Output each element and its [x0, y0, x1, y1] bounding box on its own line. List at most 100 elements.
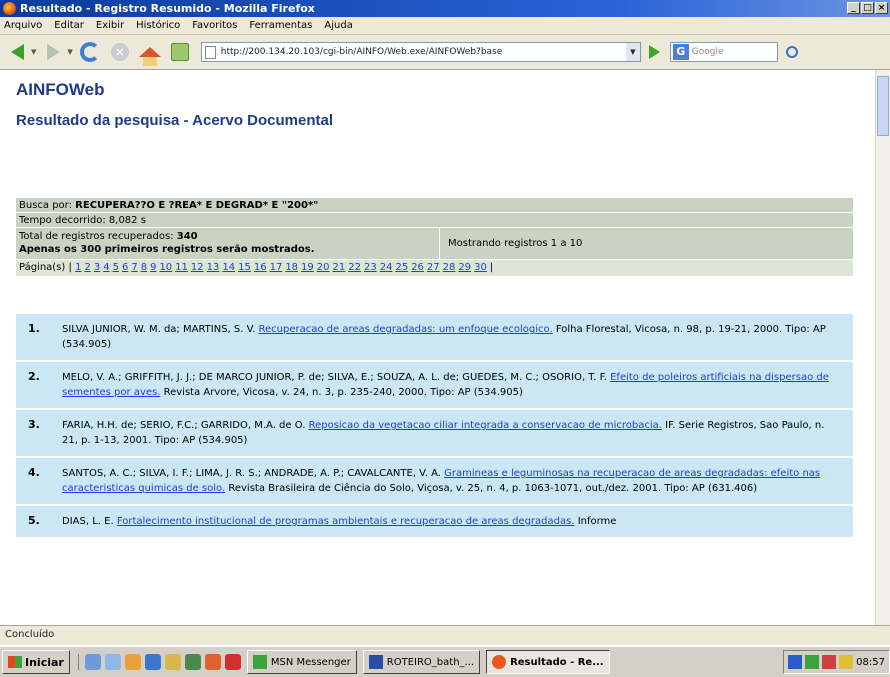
page-link-24[interactable]: 24 — [380, 262, 393, 273]
page-link-16[interactable]: 16 — [254, 262, 267, 273]
home-button[interactable] — [137, 39, 163, 66]
busca-query: RECUPERA??O E ?REA* E DEGRAD* E "200*" — [75, 200, 319, 211]
page-link-27[interactable]: 27 — [427, 262, 440, 273]
page-link-2[interactable]: 2 — [84, 262, 90, 273]
result-authors: SILVA JUNIOR, W. M. da; MARTINS, S. V. — [62, 324, 256, 335]
back-dropdown-icon[interactable]: ▼ — [31, 48, 36, 56]
task-firefox[interactable]: Resultado - Re... — [486, 650, 610, 674]
menu-item-favoritos[interactable]: Favoritos — [192, 20, 237, 31]
menu-item-ajuda[interactable]: Ajuda — [324, 20, 352, 31]
scrollbar-thumb[interactable] — [877, 76, 889, 136]
menu-item-ferramentas[interactable]: Ferramentas — [249, 20, 312, 31]
total-value: 340 — [176, 231, 198, 242]
page-link-6[interactable]: 6 — [122, 262, 128, 273]
url-bar[interactable]: http://200.134.20.103/cgi-bin/AINFO/Web.… — [200, 42, 641, 62]
go-button[interactable] — [648, 45, 660, 59]
page-link-17[interactable]: 17 — [270, 262, 283, 273]
explorer-icon[interactable] — [104, 654, 121, 670]
page-link-19[interactable]: 19 — [301, 262, 314, 273]
result-body: SANTOS, A. C.; SILVA, I. F.; LIMA, J. R.… — [62, 466, 853, 496]
ie-icon[interactable] — [144, 654, 161, 670]
task-roteiro[interactable]: ROTEIRO_bath_... — [362, 650, 481, 674]
result-title-link[interactable]: Fortalecimento institucional de programa… — [117, 516, 575, 527]
menu-item-editar[interactable]: Editar — [54, 20, 84, 31]
reload-button[interactable] — [77, 39, 103, 65]
url-text[interactable]: http://200.134.20.103/cgi-bin/AINFO/Web.… — [221, 47, 503, 57]
new-tab-button[interactable] — [167, 39, 193, 65]
task-msn[interactable]: MSN Messenger — [246, 650, 357, 674]
result-title-link[interactable]: Recuperacao de areas degradadas: um enfo… — [259, 324, 553, 335]
maximize-button[interactable]: □ — [861, 2, 874, 14]
forward-button[interactable] — [40, 39, 66, 65]
menu-item-historico[interactable]: Histórico — [136, 20, 180, 31]
result-item: 1. SILVA JUNIOR, W. M. da; MARTINS, S. V.… — [16, 314, 853, 362]
google-icon[interactable]: G — [672, 44, 689, 60]
page-link-30[interactable]: 30 — [474, 262, 487, 273]
page-link-4[interactable]: 4 — [103, 262, 109, 273]
page-link-15[interactable]: 15 — [238, 262, 251, 273]
page-link-18[interactable]: 18 — [285, 262, 298, 273]
forward-dropdown-icon[interactable]: ▼ — [67, 48, 72, 56]
result-number: 2. — [28, 370, 40, 383]
app2-icon[interactable] — [224, 654, 241, 670]
window-title: Resultado - Registro Resumido - Mozilla … — [20, 2, 315, 15]
page-link-13[interactable]: 13 — [207, 262, 220, 273]
close-button[interactable]: × — [875, 2, 888, 14]
firefox-quick-icon[interactable] — [124, 654, 141, 670]
reload-icon — [79, 42, 100, 62]
url-dropdown-icon[interactable]: ▼ — [625, 43, 640, 61]
menu-item-exibir[interactable]: Exibir — [96, 20, 124, 31]
page-link-21[interactable]: 21 — [333, 262, 346, 273]
page-link-3[interactable]: 3 — [94, 262, 100, 273]
busca-row: Busca por: RECUPERA??O E ?REA* E DEGRAD*… — [16, 198, 853, 213]
result-title-link[interactable]: Reposicao da vegetacao ciliar integrada … — [309, 420, 662, 431]
tray-antivirus-icon[interactable] — [822, 655, 837, 669]
page-link-5[interactable]: 5 — [113, 262, 119, 273]
start-button[interactable]: Iniciar — [2, 650, 70, 674]
page-link-8[interactable]: 8 — [141, 262, 147, 273]
vertical-scrollbar[interactable] — [875, 70, 890, 625]
app-icon[interactable] — [184, 654, 201, 670]
home-icon — [138, 47, 161, 66]
search-icon[interactable] — [785, 46, 798, 58]
page-link-10[interactable]: 10 — [159, 262, 172, 273]
back-arrow-icon — [10, 44, 24, 60]
page-link-11[interactable]: 11 — [175, 262, 188, 273]
page-link-9[interactable]: 9 — [150, 262, 156, 273]
quick-launch — [77, 654, 241, 670]
tray-msn-icon[interactable] — [805, 655, 820, 669]
search-input[interactable]: Google — [692, 47, 724, 57]
result-citation: Revista Arvore, Vicosa, v. 24, n. 3, p. … — [163, 387, 523, 398]
page-link-23[interactable]: 23 — [364, 262, 377, 273]
page-link-25[interactable]: 25 — [395, 262, 408, 273]
result-body: MELO, V. A.; GRIFFITH, J. J.; DE MARCO J… — [62, 370, 853, 400]
back-button[interactable] — [4, 39, 30, 65]
status-bar: Concluído — [0, 625, 890, 645]
system-tray: 08:57 — [783, 650, 890, 674]
minimize-button[interactable]: _ — [847, 2, 860, 14]
desktop-icon[interactable] — [84, 654, 101, 670]
tray-app-icon[interactable] — [839, 655, 854, 669]
result-item: 4. SANTOS, A. C.; SILVA, I. F.; LIMA, J. … — [16, 458, 853, 506]
search-info-box: Busca por: RECUPERA??O E ?REA* E DEGRAD*… — [16, 198, 853, 276]
stop-button[interactable]: × — [107, 39, 133, 65]
folder-icon[interactable] — [164, 654, 181, 670]
result-authors: MELO, V. A.; GRIFFITH, J. J.; DE MARCO J… — [62, 372, 607, 383]
word-icon — [368, 655, 383, 669]
page-link-1[interactable]: 1 — [75, 262, 81, 273]
task-label: MSN Messenger — [270, 656, 351, 668]
page-link-20[interactable]: 20 — [317, 262, 330, 273]
page-link-28[interactable]: 28 — [443, 262, 456, 273]
menu-item-arquivo[interactable]: Arquivo — [4, 20, 42, 31]
page-link-29[interactable]: 29 — [458, 262, 471, 273]
tray-network-icon[interactable] — [788, 655, 803, 669]
page-link-7[interactable]: 7 — [131, 262, 137, 273]
search-box[interactable]: G Google — [669, 42, 778, 62]
media-icon[interactable] — [204, 654, 221, 670]
page-link-26[interactable]: 26 — [411, 262, 424, 273]
page-link-22[interactable]: 22 — [348, 262, 361, 273]
paginas-label: Página(s) | — [19, 262, 72, 273]
page-link-12[interactable]: 12 — [191, 262, 204, 273]
page-link-14[interactable]: 14 — [222, 262, 235, 273]
total-row: Total de registros recuperados: 340 Apen… — [16, 228, 853, 260]
